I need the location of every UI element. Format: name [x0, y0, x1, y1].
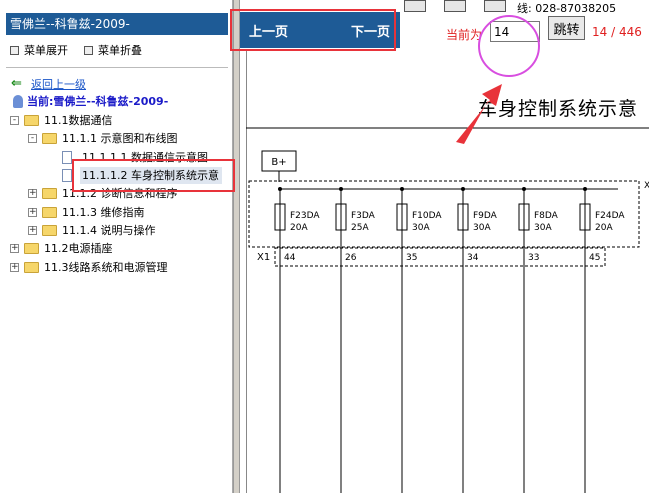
expand-icon [10, 46, 19, 55]
fuse-name: F3DA [351, 211, 376, 221]
expand-toggle-icon[interactable]: + [28, 226, 37, 235]
pin-number: 34 [467, 253, 479, 263]
tree-item-label: 11.1.1 示意图和布线图 [62, 132, 178, 145]
pin-number: 35 [406, 253, 417, 263]
fuse-rating: 30A [473, 223, 491, 233]
fuse-name: F10DA [412, 211, 442, 221]
tree-item-label: 11.2电源插座 [44, 242, 113, 255]
folder-icon [24, 262, 39, 273]
back-label: 返回上一级 [31, 78, 86, 91]
fuse-rating: 20A [290, 223, 308, 233]
fuse-name: F8DA [534, 211, 559, 221]
folder-icon [42, 188, 57, 199]
expand-toggle-icon[interactable]: + [10, 263, 19, 272]
folder-icon [24, 115, 39, 126]
expand-toggle-icon[interactable]: + [10, 244, 19, 253]
current-label: 当前:雪佛兰--科鲁兹-2009- [27, 95, 169, 108]
collapse-toggle-icon[interactable]: - [28, 134, 37, 143]
connector-right-label: X [644, 181, 649, 191]
collapse-icon [84, 46, 93, 55]
frame-splitter[interactable] [233, 0, 240, 493]
fuse-rating: 20A [595, 223, 613, 233]
navigation-panel: 雪佛兰--科鲁兹-2009- 菜单展开 菜单折叠 ⇐ 返回上一级 当前:雪佛兰-… [0, 0, 233, 493]
current-page-label: 当前为 [446, 28, 483, 42]
pin-number: 26 [345, 253, 357, 263]
expand-toggle-icon[interactable]: + [28, 189, 37, 198]
toolbar-button[interactable] [484, 0, 506, 12]
phone-number: 线: 028-87038205 [517, 2, 617, 15]
arrow-icon [456, 84, 502, 144]
annotation-box-nav [230, 9, 396, 51]
tree-item-label: 11.1.3 维修指南 [62, 206, 145, 219]
annotation-arrow [456, 84, 502, 144]
folder-icon [24, 243, 39, 254]
document-icon [62, 151, 72, 164]
bplus-label: B+ [271, 157, 286, 168]
page-count: 14 / 446 [592, 25, 642, 39]
pin-number: 44 [284, 253, 296, 263]
connector-x1-border [274, 247, 606, 267]
tree-item-label: 11.3线路系统和电源管理 [44, 261, 168, 274]
panel-title: 雪佛兰--科鲁兹-2009- [6, 13, 228, 35]
pin-number: 45 [589, 253, 600, 263]
annotation-circle [478, 15, 540, 77]
user-icon [13, 95, 23, 108]
expand-menu-button[interactable]: 菜单展开 [10, 42, 68, 58]
fuse-name: F24DA [595, 211, 625, 221]
toolbar-button[interactable] [444, 0, 466, 12]
divider [6, 67, 228, 68]
annotation-box-tree [72, 159, 235, 192]
expand-menu-label: 菜单展开 [24, 44, 68, 57]
expand-toggle-icon[interactable]: + [28, 208, 37, 217]
toolbar-button[interactable] [404, 0, 426, 12]
fuse-name: F9DA [473, 211, 498, 221]
fuse-group: F23DA 20A 44 F3DA 25A 26 F10DA 30A 35 F9DA 30A 34 F8… [274, 187, 625, 493]
back-arrow-icon: ⇐ [11, 76, 22, 91]
folder-icon [42, 207, 57, 218]
fuse-name: F23DA [290, 211, 320, 221]
document-icon [62, 169, 72, 182]
folder-icon [42, 225, 57, 236]
tree-item-label: 11.1数据通信 [44, 114, 113, 127]
wiring-diagram: B+ X X1 F23DA 20A 44 F3DA 25A 26 F10DA 30A 35 F9D… [246, 127, 649, 493]
collapse-menu-button[interactable]: 菜单折叠 [84, 42, 142, 58]
collapse-toggle-icon[interactable]: - [10, 116, 19, 125]
fuse-rating: 25A [351, 223, 369, 233]
pin-number: 33 [528, 253, 539, 263]
collapse-menu-label: 菜单折叠 [98, 44, 142, 57]
connector-x1-label: X1 [257, 252, 270, 263]
fuse-rating: 30A [534, 223, 552, 233]
jump-button[interactable]: 跳转 [548, 16, 585, 40]
tree-item-label: 11.1.4 说明与操作 [62, 224, 156, 237]
fuse-rating: 30A [412, 223, 430, 233]
folder-icon [42, 133, 57, 144]
